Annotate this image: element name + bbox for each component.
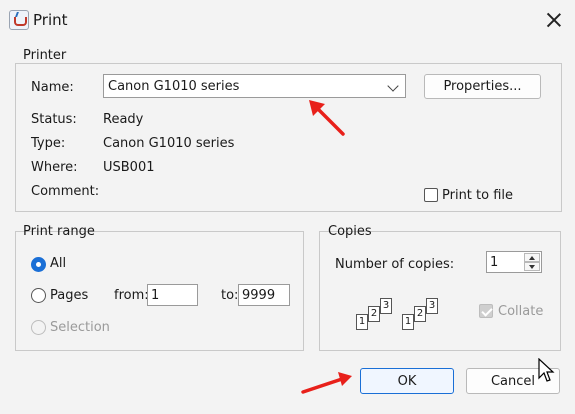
page-icon-1b: 1 bbox=[402, 314, 414, 330]
page-icon-1: 1 bbox=[356, 314, 368, 330]
printer-name-dropdown[interactable]: Canon G1010 series bbox=[103, 74, 406, 98]
all-radio[interactable] bbox=[31, 257, 46, 272]
copies-spinner[interactable]: 1 bbox=[486, 251, 542, 273]
page-icon-2b: 2 bbox=[414, 306, 426, 322]
page-icon-3b: 3 bbox=[426, 298, 438, 314]
print-range-group-title: Print range bbox=[23, 224, 95, 239]
chevron-down-icon bbox=[387, 80, 399, 92]
printer-group-title: Printer bbox=[23, 48, 67, 63]
ok-button[interactable]: OK bbox=[360, 368, 454, 394]
copies-group-title: Copies bbox=[328, 224, 372, 239]
from-value: 1 bbox=[151, 288, 160, 303]
close-icon[interactable] bbox=[540, 6, 568, 34]
collate-label: Collate bbox=[498, 304, 544, 319]
printer-name-value: Canon G1010 series bbox=[108, 79, 240, 94]
title-bar: Print bbox=[0, 0, 575, 40]
mouse-cursor-icon bbox=[538, 358, 555, 382]
print-to-file-checkbox[interactable] bbox=[424, 188, 438, 202]
spinner-down-icon[interactable] bbox=[524, 262, 540, 271]
from-label: from: bbox=[114, 288, 149, 303]
print-to-file-label: Print to file bbox=[442, 188, 514, 203]
type-label: Type: bbox=[31, 136, 66, 151]
selection-radio[interactable] bbox=[31, 320, 46, 335]
collate-checkbox[interactable] bbox=[479, 304, 493, 318]
selection-label: Selection bbox=[50, 320, 110, 335]
to-label: to: bbox=[221, 288, 239, 303]
spinner-buttons bbox=[524, 253, 540, 271]
pages-radio[interactable] bbox=[31, 288, 46, 303]
from-input[interactable]: 1 bbox=[147, 284, 198, 306]
page-icon-3: 3 bbox=[380, 298, 392, 314]
page-icon-2: 2 bbox=[368, 306, 380, 322]
status-label: Status: bbox=[31, 112, 77, 127]
type-value: Canon G1010 series bbox=[103, 136, 235, 151]
all-label: All bbox=[50, 256, 67, 271]
where-label: Where: bbox=[31, 160, 78, 175]
properties-button[interactable]: Properties... bbox=[424, 74, 541, 99]
copies-value: 1 bbox=[490, 255, 499, 270]
where-value: USB001 bbox=[103, 160, 155, 175]
to-value: 9999 bbox=[242, 288, 276, 303]
annotation-arrow-ok bbox=[301, 372, 352, 394]
spinner-up-icon[interactable] bbox=[524, 253, 540, 262]
number-of-copies-label: Number of copies: bbox=[335, 257, 455, 272]
copies-group bbox=[319, 231, 561, 351]
comment-label: Comment: bbox=[31, 184, 100, 199]
java-app-icon bbox=[9, 10, 29, 30]
name-label: Name: bbox=[31, 80, 74, 95]
pages-label: Pages bbox=[50, 288, 89, 303]
window-title: Print bbox=[33, 11, 68, 29]
to-input[interactable]: 9999 bbox=[238, 284, 290, 306]
print-dialog: Print Printer Name: Canon G1010 series P… bbox=[0, 0, 575, 414]
annotation-arrow-name bbox=[309, 100, 345, 136]
status-value: Ready bbox=[103, 112, 144, 127]
